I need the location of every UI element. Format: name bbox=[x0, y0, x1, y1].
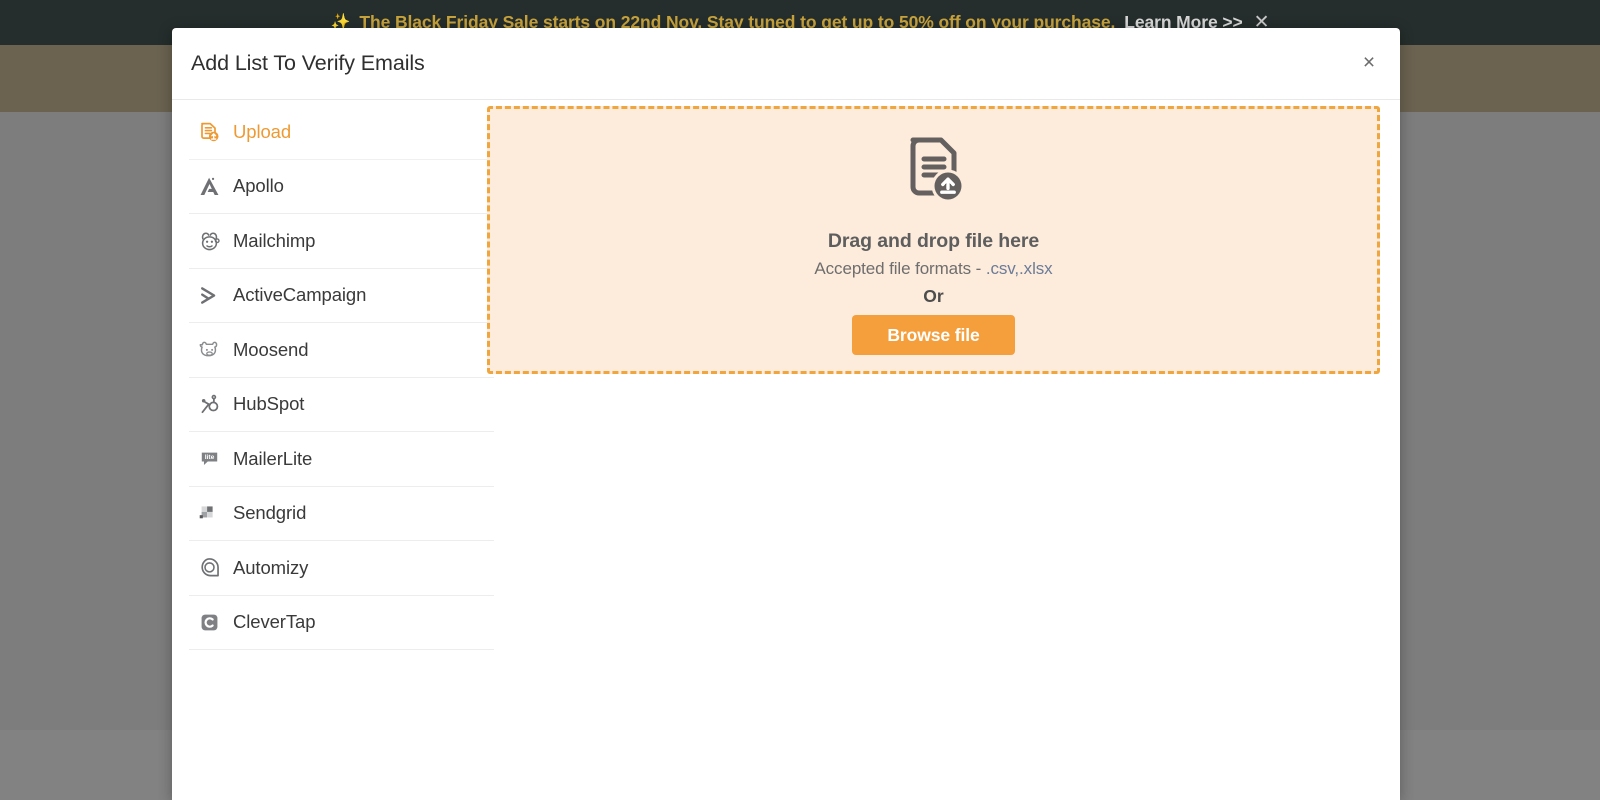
provider-label: Apollo bbox=[233, 175, 284, 197]
provider-label: Automizy bbox=[233, 556, 309, 578]
dropzone-formats: Accepted file formats - .csv,.xlsx bbox=[814, 259, 1052, 279]
clevertap-icon bbox=[196, 609, 222, 635]
file-upload-icon bbox=[898, 133, 970, 214]
provider-item-activecampaign[interactable]: ActiveCampaign bbox=[189, 269, 494, 323]
automizy-icon bbox=[196, 555, 222, 581]
modal-header: Add List To Verify Emails × bbox=[172, 28, 1400, 100]
provider-item-hubspot[interactable]: HubSpot bbox=[189, 378, 494, 432]
provider-list: Upload Apollo Mailchimp ActiveCampaign M… bbox=[189, 105, 495, 650]
dropzone-title: Drag and drop file here bbox=[827, 230, 1040, 252]
modal-content: Upload Apollo Mailchimp ActiveCampaign M… bbox=[172, 100, 1400, 799]
provider-item-mailchimp[interactable]: Mailchimp bbox=[189, 214, 494, 269]
close-icon[interactable]: × bbox=[1356, 50, 1382, 76]
provider-label: MailerLite bbox=[233, 447, 313, 469]
provider-item-apollo[interactable]: Apollo bbox=[189, 160, 494, 214]
dropzone-or-label: Or bbox=[923, 286, 944, 306]
dropzone-formats-label: Accepted file formats - bbox=[814, 259, 982, 278]
provider-item-upload[interactable]: Upload bbox=[189, 105, 494, 160]
add-list-modal: Add List To Verify Emails × Upload Apoll… bbox=[172, 28, 1400, 800]
provider-label: ActiveCampaign bbox=[233, 284, 367, 306]
provider-item-automizy[interactable]: Automizy bbox=[189, 541, 494, 596]
file-dropzone[interactable]: Drag and drop file here Accepted file fo… bbox=[487, 106, 1380, 374]
provider-label: HubSpot bbox=[233, 393, 305, 415]
dropzone-formats-value: .csv,.xlsx bbox=[985, 259, 1053, 278]
provider-item-moosend[interactable]: Moosend bbox=[189, 323, 494, 378]
provider-item-clevertap[interactable]: CleverTap bbox=[189, 596, 494, 650]
mailerlite-icon: lite bbox=[196, 446, 222, 472]
activecampaign-icon bbox=[196, 282, 222, 308]
provider-label: Mailchimp bbox=[233, 229, 316, 251]
sendgrid-icon bbox=[196, 500, 222, 526]
mailchimp-icon bbox=[196, 228, 222, 254]
provider-item-sendgrid[interactable]: Sendgrid bbox=[189, 487, 494, 541]
hubspot-icon bbox=[196, 391, 222, 417]
provider-label: CleverTap bbox=[233, 611, 316, 633]
provider-label: Upload bbox=[233, 120, 292, 142]
upload-document-icon bbox=[196, 119, 222, 145]
provider-label: Moosend bbox=[233, 338, 309, 360]
moosend-icon bbox=[196, 337, 222, 363]
provider-label: Sendgrid bbox=[233, 502, 307, 524]
apollo-icon bbox=[196, 173, 222, 199]
browse-file-button[interactable]: Browse file bbox=[852, 315, 1015, 355]
provider-item-mailerlite[interactable]: lite MailerLite bbox=[189, 432, 494, 487]
modal-title: Add List To Verify Emails bbox=[191, 51, 425, 75]
svg-text:lite: lite bbox=[204, 454, 214, 461]
